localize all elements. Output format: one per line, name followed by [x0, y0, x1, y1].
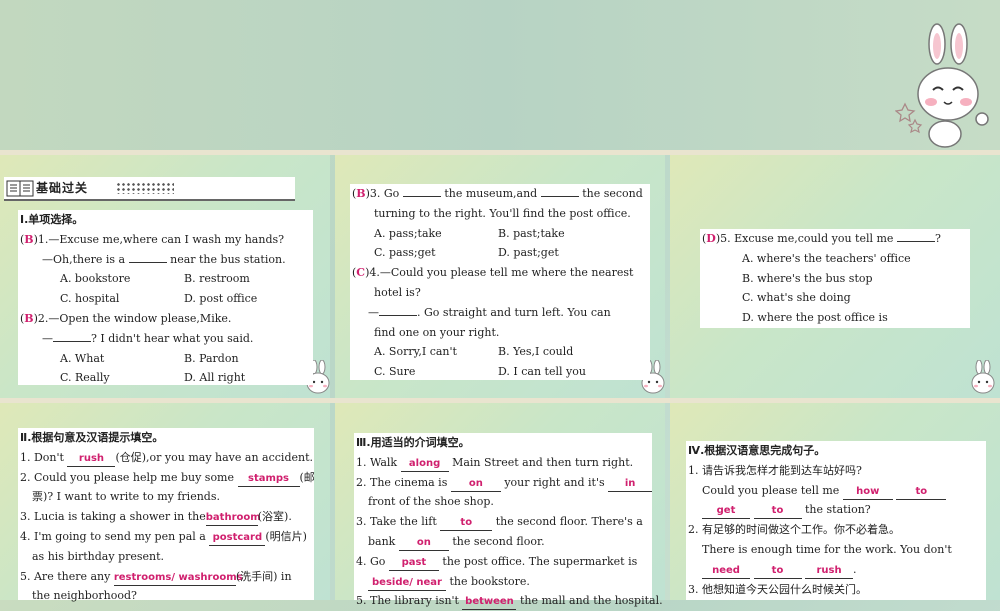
- blank: [128, 250, 167, 263]
- option-c: C. what's she doing: [742, 291, 851, 305]
- panel-s6: Ⅳ.根据汉语意思完成句子。 1. 请告诉我怎样才能到达车站好吗? Could y…: [686, 441, 986, 600]
- option-d: D. where the post office is: [742, 311, 888, 325]
- option-d: D. post office: [184, 292, 258, 306]
- option-b: B. restroom: [184, 272, 250, 286]
- panel-s1: Ⅰ.单项选择。 (B)1.—Excuse me,where can I wash…: [18, 210, 313, 385]
- answer: B: [24, 232, 34, 246]
- panel-s5: Ⅲ.用适当的介词填空。 1. Walk along Main Street an…: [354, 433, 663, 611]
- filled-answer: rush: [805, 564, 853, 579]
- option-d: D. past;get: [498, 246, 559, 260]
- option-c: C. Really: [60, 371, 110, 385]
- filled-answer: how: [842, 485, 893, 500]
- option-d: D. All right: [184, 371, 246, 385]
- top-band: [0, 0, 1000, 150]
- banner-dots: [116, 182, 174, 194]
- answer: D: [706, 232, 716, 245]
- option-c: C. pass;get: [374, 246, 436, 260]
- filled-answer: on: [450, 477, 501, 492]
- option-c: C. Sure: [374, 365, 416, 379]
- question-5: (D)5. Excuse me,could you tell me ?: [702, 229, 970, 249]
- option-a: A. Sorry,I can't: [374, 345, 457, 359]
- answer: C: [356, 266, 366, 280]
- option-a: A. bookstore: [60, 272, 131, 286]
- filled-answer: past: [388, 556, 439, 571]
- banner-title: 基础过关: [36, 181, 89, 195]
- filled-answer: restrooms/ washrooms: [113, 571, 243, 586]
- option-a: A. What: [60, 351, 105, 365]
- filled-answer: beside/ near: [368, 576, 446, 591]
- panel-s4: Ⅱ.根据句意及汉语提示填空。 1. Don't rush (仓促),or you …: [18, 428, 315, 602]
- bunny-mascot-icon: [895, 23, 989, 148]
- book-icon: [6, 180, 34, 197]
- section-banner: 基础过关: [4, 177, 295, 201]
- filled-answer: to: [753, 504, 802, 520]
- option-d: D. I can tell you: [498, 365, 586, 379]
- blank: [896, 229, 935, 242]
- option-a: A. where's the teachers' office: [742, 251, 911, 265]
- filled-answer: postcard: [209, 531, 266, 546]
- filled-answer: to: [440, 516, 493, 532]
- filled-answer: between: [462, 595, 517, 611]
- section-title: Ⅱ.根据句意及汉语提示填空。: [20, 431, 164, 444]
- blank: [53, 329, 91, 342]
- option-a: A. pass;take: [374, 226, 442, 240]
- filled-answer: to: [753, 564, 802, 579]
- filled-answer: in: [608, 477, 653, 492]
- bunny-icon: [971, 360, 995, 394]
- filled-answer: rush: [67, 452, 116, 467]
- filled-answer: stamps: [237, 472, 300, 487]
- option-b: B. Pardon: [184, 351, 239, 365]
- blank: [379, 303, 417, 316]
- question-3: (B)3. Go the museum,and the second: [352, 184, 650, 204]
- filled-answer: on: [398, 536, 449, 551]
- blank: [540, 184, 579, 197]
- panel-s2: (B)3. Go the museum,and the second turni…: [350, 184, 650, 380]
- filled-answer: along: [400, 457, 449, 472]
- option-c: C. hospital: [60, 292, 120, 306]
- filled-answer: get: [702, 504, 750, 520]
- section-title: Ⅲ.用适当的介词填空。: [356, 436, 470, 449]
- answer: B: [356, 187, 366, 200]
- section-title: Ⅳ.根据汉语意思完成句子。: [688, 444, 826, 457]
- question-4: (C)4.—Could you please tell me where the…: [352, 266, 634, 280]
- filled-answer: bathroom: [205, 511, 261, 527]
- option-b: B. past;take: [498, 226, 565, 240]
- question-1: (B)1.—Excuse me,where can I wash my hand…: [20, 232, 285, 246]
- option-b: B. Yes,I could: [498, 345, 574, 359]
- filled-answer: need: [702, 564, 750, 579]
- section-title: Ⅰ.单项选择。: [20, 213, 84, 226]
- question-2: (B)2.—Open the window please,Mike.: [20, 311, 232, 325]
- panel-s3: (D)5. Excuse me,could you tell me ? A. w…: [700, 229, 970, 328]
- blank: [402, 184, 441, 197]
- filled-answer: to: [896, 485, 947, 500]
- answer: B: [24, 311, 34, 325]
- option-b: B. where's the bus stop: [742, 271, 873, 285]
